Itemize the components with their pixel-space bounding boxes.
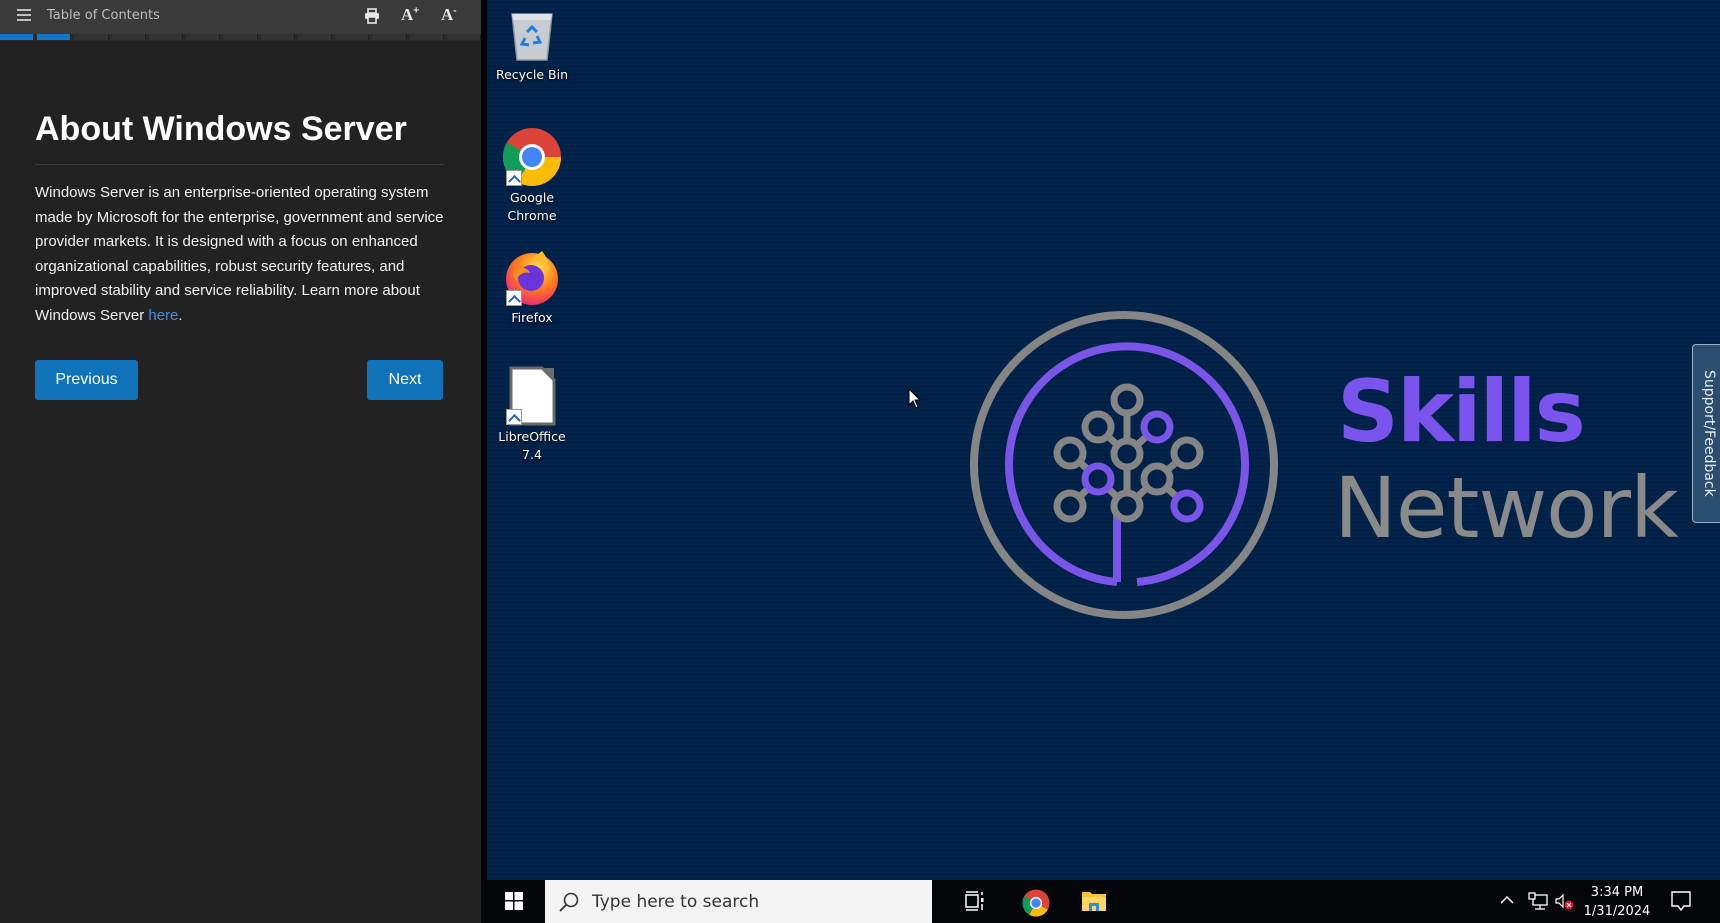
hamburger-menu-icon[interactable] (17, 9, 31, 22)
clock-time: 3:34 PM (1590, 885, 1644, 900)
desktop-icon-label: LibreOffice 7.4 (487, 428, 577, 464)
windows-desktop: Recycle Bin Google Chrome Firefox LibreO… (487, 0, 1720, 880)
table-of-contents-link[interactable]: Table of Contents (47, 8, 160, 23)
shortcut-arrow-icon (506, 170, 522, 186)
brand-name-network: Network (1334, 459, 1679, 557)
description-paragraph: Windows Server is an enterprise-oriented… (35, 181, 444, 329)
progress-step-8[interactable] (260, 34, 295, 40)
page-title: About Windows Server (35, 104, 444, 165)
desktop-icon-label: Firefox (511, 310, 553, 325)
progress-step-2[interactable] (37, 34, 72, 40)
desktop-icon-label: Recycle Bin (495, 67, 569, 82)
action-center-icon[interactable] (1670, 890, 1692, 917)
progress-step-10[interactable] (335, 34, 370, 40)
progress-step-13[interactable] (446, 34, 482, 40)
progress-step-1[interactable] (0, 34, 35, 40)
desktop-icon-firefox[interactable]: Firefox (487, 247, 577, 327)
chrome-icon (1022, 889, 1050, 917)
label-line: Chrome (507, 208, 557, 223)
increase-font-button[interactable]: A+ (401, 5, 419, 25)
label-line: LibreOffice (498, 429, 566, 444)
taskbar-file-explorer-button[interactable] (1068, 880, 1118, 923)
progress-step-3[interactable] (74, 34, 109, 40)
shortcut-arrow-icon (506, 409, 522, 425)
decrease-font-button[interactable]: A- (441, 5, 457, 25)
volume-muted-icon[interactable] (1554, 892, 1576, 917)
desktop-icon-libreoffice[interactable]: LibreOffice 7.4 (487, 366, 577, 464)
brand-name-skills: Skills (1337, 362, 1586, 462)
minus-sign: - (453, 5, 457, 17)
search-placeholder: Type here to search (592, 892, 760, 912)
plus-sign: + (413, 5, 420, 17)
taskbar-search-input[interactable]: Type here to search (545, 880, 932, 923)
learn-more-link[interactable]: here (148, 307, 178, 324)
progress-step-11[interactable] (372, 34, 407, 40)
shortcut-arrow-icon (506, 290, 522, 306)
file-explorer-icon (1082, 892, 1106, 911)
start-button[interactable] (481, 880, 545, 923)
label-line: Google (509, 190, 555, 205)
lab-progress-bar (0, 34, 482, 41)
progress-step-9[interactable] (297, 34, 333, 40)
taskbar-clock[interactable]: 3:34 PM 1/31/2024 (1582, 883, 1652, 921)
progress-step-5[interactable] (148, 34, 184, 40)
taskbar-chrome-button[interactable] (1009, 880, 1059, 923)
font-increase-label: A (401, 5, 414, 24)
progress-step-4[interactable] (111, 34, 146, 40)
search-icon (559, 892, 579, 912)
skills-network-logo-icon (970, 311, 1278, 619)
desktop-icon-label: Google Chrome (487, 189, 577, 225)
lab-instructions-panel: Table of Contents A+ A- About Windows Se… (0, 0, 482, 923)
label-line: 7.4 (522, 447, 542, 462)
clock-date: 1/31/2024 (1583, 904, 1651, 919)
printer-icon[interactable] (364, 8, 380, 24)
previous-button[interactable]: Previous (35, 360, 138, 400)
network-icon[interactable] (1527, 892, 1549, 917)
mouse-cursor-icon (908, 388, 922, 409)
show-hidden-icons-chevron-icon[interactable] (1499, 892, 1515, 913)
desktop-icon-recycle-bin[interactable]: Recycle Bin (487, 8, 577, 84)
lab-content: About Windows Server Windows Server is a… (35, 104, 444, 329)
learn-more-suffix: . (178, 306, 183, 324)
progress-step-12[interactable] (409, 34, 444, 40)
task-view-button[interactable] (950, 880, 1000, 923)
next-button[interactable]: Next (367, 360, 443, 400)
support-feedback-tab[interactable]: Support/Feedback (1692, 344, 1720, 523)
windows-taskbar: Type here to search 3:34 PM 1/31/2024 (481, 880, 1720, 923)
recycle-bin-icon (511, 13, 553, 61)
panel-toolbar: Table of Contents A+ A- (0, 0, 481, 34)
desktop-icon-google-chrome[interactable]: Google Chrome (487, 127, 577, 225)
progress-step-6[interactable] (186, 34, 221, 40)
task-view-icon (965, 891, 984, 911)
font-decrease-label: A (441, 5, 454, 24)
windows-logo-icon (505, 892, 523, 910)
progress-step-7[interactable] (223, 34, 258, 40)
